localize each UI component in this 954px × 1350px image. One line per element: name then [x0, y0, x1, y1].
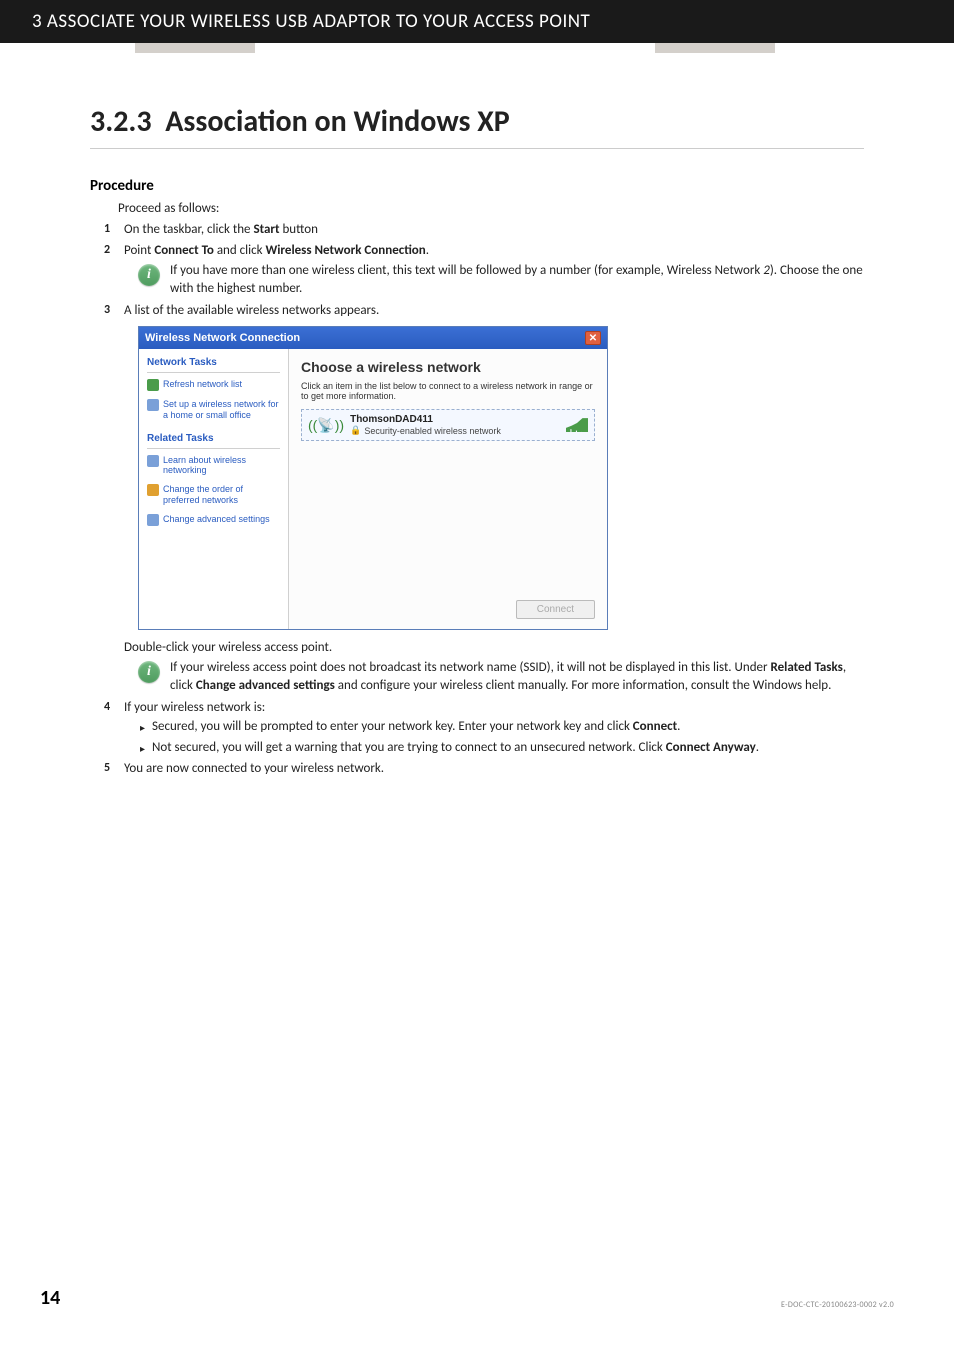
chapter-header: 3 ASSOCIATE YOUR WIRELESS USB ADAPTOR TO…: [0, 0, 954, 43]
page-footer: 14 E-DOC-CTC-20100623-0002 v2.0: [0, 1286, 954, 1310]
section-number: 3.2.3: [90, 103, 152, 140]
page-number: 14: [40, 1286, 60, 1310]
note-2: i If your wireless access point does not…: [138, 659, 864, 694]
sidebar-order[interactable]: Change the order of preferred networks: [147, 484, 280, 506]
sidebar-refresh[interactable]: Refresh network list: [147, 379, 280, 391]
info-icon: i: [138, 661, 160, 683]
section-title: 3.2.3 Association on Windows XP: [90, 103, 864, 149]
sidebar-setup[interactable]: Set up a wireless network for a home or …: [147, 399, 280, 421]
wireless-dialog-screenshot: Wireless Network Connection ✕ Network Ta…: [138, 326, 608, 630]
accent-row: [0, 43, 954, 53]
page-content: 3.2.3 Association on Windows XP Procedur…: [0, 53, 954, 776]
step-5: You are now connected to your wireless n…: [104, 761, 864, 776]
info-icon: i: [138, 264, 160, 286]
note-1: i If you have more than one wireless cli…: [138, 262, 864, 297]
dialog-titlebar: Wireless Network Connection ✕: [139, 327, 607, 349]
sidebar-advanced[interactable]: Change advanced settings: [147, 514, 280, 526]
choose-network-title: Choose a wireless network: [301, 359, 595, 375]
procedure-heading: Procedure: [90, 177, 864, 195]
step-3: A list of the available wireless network…: [104, 303, 864, 694]
lock-icon: 🔒: [350, 425, 361, 436]
network-item[interactable]: ((📡)) ThomsonDAD411 🔒 Security-enabled w…: [301, 409, 595, 441]
sidebar-learn[interactable]: Learn about wireless networking: [147, 455, 280, 477]
network-security: Security-enabled wireless network: [364, 426, 501, 436]
bullet-secured: Secured, you will be prompted to enter y…: [140, 719, 864, 734]
close-icon[interactable]: ✕: [585, 331, 601, 345]
procedure-intro: Proceed as follows:: [118, 201, 864, 216]
learn-icon: [147, 455, 159, 467]
setup-icon: [147, 399, 159, 411]
connect-button[interactable]: Connect: [516, 600, 595, 619]
dialog-sidebar: Network Tasks Refresh network list Set u…: [139, 349, 289, 629]
sidebar-head-related: Related Tasks: [147, 433, 280, 449]
choose-network-sub: Click an item in the list below to conne…: [301, 381, 595, 401]
step-2: Point Connect To and click Wireless Netw…: [104, 243, 864, 297]
chapter-text: 3 ASSOCIATE YOUR WIRELESS USB ADAPTOR TO…: [32, 10, 590, 33]
bullet-unsecured: Not secured, you will get a warning that…: [140, 740, 864, 755]
network-name: ThomsonDAD411: [350, 414, 566, 425]
dialog-title: Wireless Network Connection: [145, 332, 300, 344]
advanced-icon: [147, 514, 159, 526]
signal-bars-icon: [566, 418, 588, 432]
step-1: On the taskbar, click the Start button: [104, 222, 864, 237]
step4-bullets: Secured, you will be prompted to enter y…: [140, 719, 864, 755]
sidebar-head-network: Network Tasks: [147, 357, 280, 373]
step3-after: Double-click your wireless access point.: [124, 640, 864, 655]
note-2-text: If your wireless access point does not b…: [170, 659, 864, 694]
antenna-icon: ((📡)): [308, 417, 344, 434]
doc-id: E-DOC-CTC-20100623-0002 v2.0: [781, 1300, 894, 1310]
dialog-main: Choose a wireless network Click an item …: [289, 349, 607, 629]
refresh-icon: [147, 379, 159, 391]
order-icon: [147, 484, 159, 496]
note-1-text: If you have more than one wireless clien…: [170, 262, 864, 297]
steps-list: On the taskbar, click the Start button P…: [104, 222, 864, 776]
section-name: Association on Windows XP: [165, 103, 510, 140]
step-4: If your wireless network is: Secured, yo…: [104, 700, 864, 755]
